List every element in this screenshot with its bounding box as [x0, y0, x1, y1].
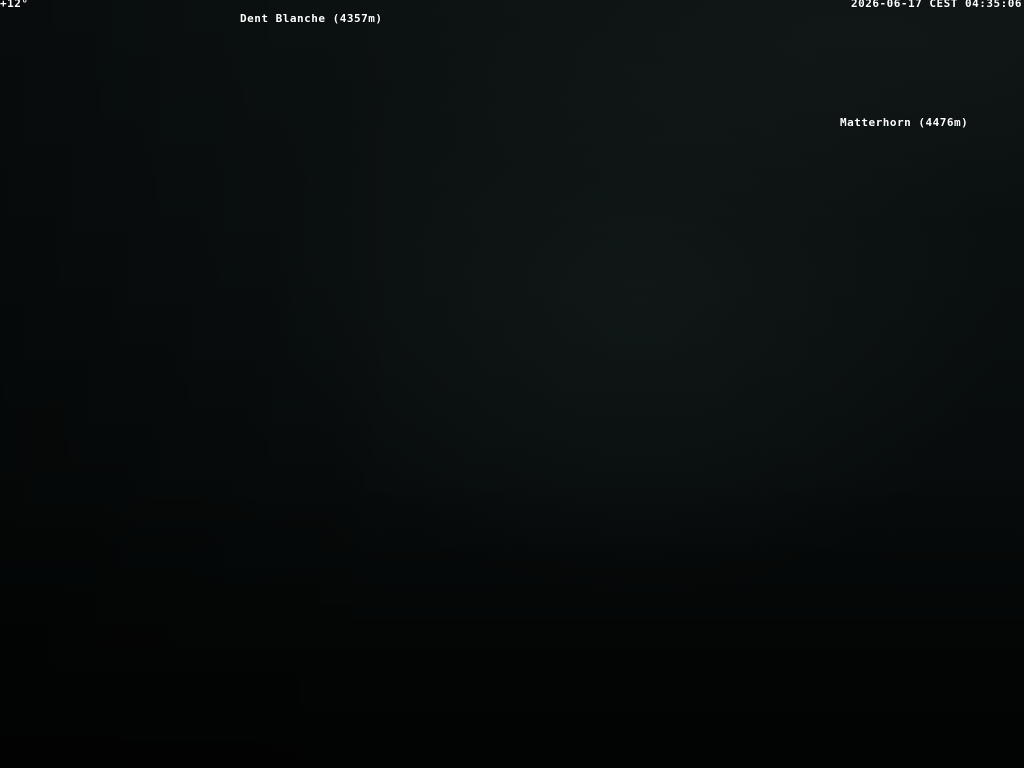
webcam-frame: +12° 2026-06-17 CEST 04:35:06 Dent Blanc…	[0, 0, 1024, 768]
vignette-bottom	[0, 468, 1024, 768]
timestamp-readout: 2026-06-17 CEST 04:35:06	[851, 0, 1022, 10]
temperature-readout: +12°	[0, 0, 29, 10]
peak-label-matterhorn: Matterhorn (4476m)	[840, 116, 969, 129]
peak-label-dent-blanche: Dent Blanche (4357m)	[240, 12, 383, 25]
